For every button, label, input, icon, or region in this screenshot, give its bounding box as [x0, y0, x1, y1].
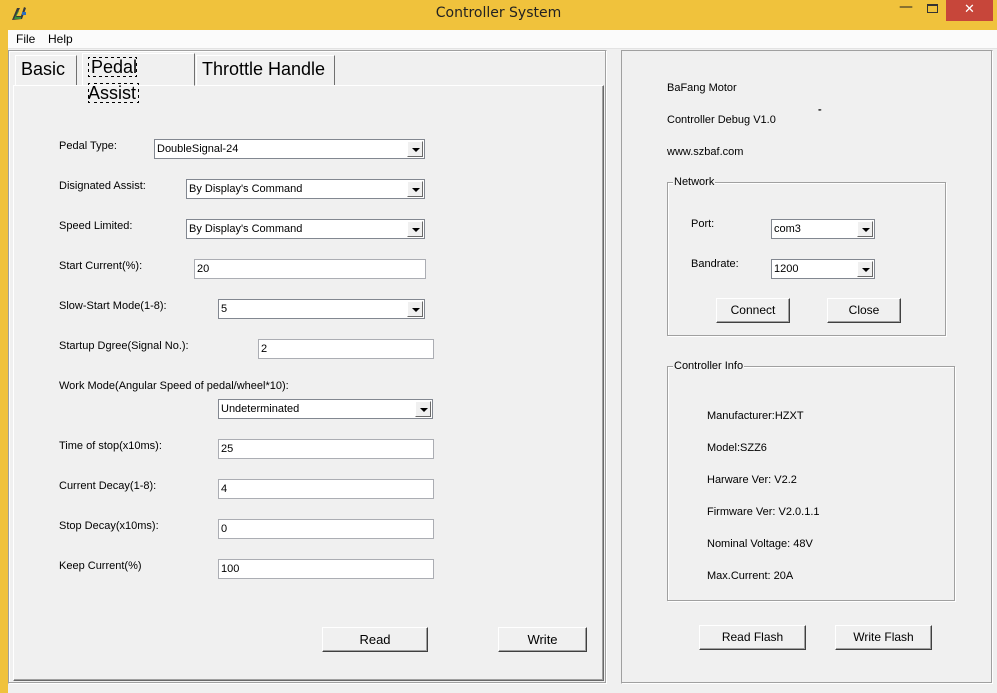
- tab-throttle-handle-label: Throttle Handle: [202, 59, 326, 79]
- controller-info-title: Controller Info: [673, 360, 745, 372]
- maximize-icon: [927, 4, 938, 13]
- chevron-down-icon[interactable]: [407, 221, 423, 237]
- minimize-icon: —: [899, 0, 913, 15]
- chevron-down-icon[interactable]: [857, 261, 873, 277]
- close-window-button[interactable]: ✕: [946, 0, 993, 21]
- speed-limited-label: Speed Limited:: [59, 220, 133, 232]
- chevron-down-icon[interactable]: [407, 141, 423, 157]
- port-value: com3: [774, 223, 801, 235]
- current-decay-input[interactable]: 4: [218, 479, 434, 499]
- read-button[interactable]: Read: [322, 627, 428, 652]
- menu-bar: File Help: [8, 30, 997, 49]
- pedal-type-label: Pedal Type:: [59, 140, 117, 152]
- network-group: Network Port: com3 Bandrate: 1200 Connec…: [667, 176, 946, 336]
- close-button[interactable]: Close: [827, 298, 901, 323]
- read-flash-button[interactable]: Read Flash: [699, 625, 806, 650]
- company-name: BaFang Motor: [667, 82, 737, 94]
- slow-start-mode-value: 5: [221, 303, 228, 315]
- baudrate-value: 1200: [774, 263, 799, 275]
- baudrate-select[interactable]: 1200: [771, 259, 875, 279]
- work-mode-select[interactable]: Undeterminated: [218, 399, 433, 419]
- connect-button[interactable]: Connect: [716, 298, 790, 323]
- write-button[interactable]: Write: [498, 627, 587, 652]
- model-info: Model:SZZ6: [707, 442, 767, 454]
- menu-help[interactable]: Help: [48, 31, 73, 47]
- stop-decay-input[interactable]: 0: [218, 519, 434, 539]
- hardware-version-info: Harware Ver: V2.2: [707, 474, 797, 486]
- tab-throttle-handle[interactable]: Throttle Handle: [196, 55, 335, 85]
- website: www.szbaf.com: [667, 146, 744, 158]
- firmware-version-info: Firmware Ver: V2.0.1.1: [707, 506, 820, 518]
- chevron-down-icon[interactable]: [407, 181, 423, 197]
- product-name: Controller Debug V1.0: [667, 114, 776, 126]
- time-of-stop-label: Time of stop(x10ms):: [59, 440, 162, 452]
- pedal-type-select[interactable]: DoubleSignal-24: [154, 139, 425, 159]
- startup-degree-label: Startup Dgree(Signal No.):: [59, 340, 189, 352]
- tab-basic[interactable]: Basic: [15, 55, 77, 85]
- slow-start-mode-label: Slow-Start Mode(1-8):: [59, 300, 167, 312]
- manufacturer-info: Manufacturer:HZXT: [707, 410, 804, 422]
- connection-panel: BaFang Motor Controller Debug V1.0 '''''…: [621, 50, 993, 684]
- designated-assist-label: Disignated Assist:: [59, 180, 146, 192]
- tab-pedal-assist[interactable]: Pedal Assist: [82, 53, 195, 103]
- max-current-info: Max.Current: 20A: [707, 570, 794, 582]
- pedal-type-value: DoubleSignal-24: [157, 143, 239, 155]
- start-current-input[interactable]: 20: [194, 259, 426, 279]
- decorative-mark: ''''': [818, 108, 822, 117]
- current-decay-label: Current Decay(1-8):: [59, 480, 157, 492]
- network-group-title: Network: [673, 176, 716, 188]
- slow-start-mode-select[interactable]: 5: [218, 299, 425, 319]
- port-label: Port:: [691, 218, 715, 230]
- work-mode-value: Undeterminated: [221, 403, 300, 415]
- minimize-button[interactable]: —: [893, 0, 919, 21]
- startup-degree-input[interactable]: 2: [258, 339, 434, 359]
- controller-info-group: Controller Info Manufacturer:HZXT Model:…: [667, 360, 955, 601]
- close-icon: ✕: [964, 2, 975, 17]
- settings-panel: Basic Pedal Assist Throttle Handle Pedal…: [8, 50, 607, 684]
- time-of-stop-input[interactable]: 25: [218, 439, 434, 459]
- window-title: Controller System: [435, 5, 562, 21]
- baudrate-label: Bandrate:: [691, 258, 739, 270]
- chevron-down-icon[interactable]: [857, 221, 873, 237]
- port-select[interactable]: com3: [771, 219, 875, 239]
- pedal-assist-page: Pedal Type: DoubleSignal-24 Disignated A…: [13, 85, 604, 681]
- chevron-down-icon[interactable]: [415, 401, 431, 417]
- work-mode-label: Work Mode(Angular Speed of pedal/wheel*1…: [59, 380, 289, 392]
- keep-current-label: Keep Current(%): [59, 560, 142, 572]
- tab-pedal-assist-label: Pedal Assist: [88, 57, 140, 103]
- tab-basic-label: Basic: [21, 59, 66, 79]
- nominal-voltage-info: Nominal Voltage: 48V: [707, 538, 813, 550]
- menu-file[interactable]: File: [16, 31, 35, 47]
- client-area: File Help Basic Pedal Assist Throttle Ha…: [8, 30, 997, 693]
- keep-current-input[interactable]: 100: [218, 559, 434, 579]
- write-flash-button[interactable]: Write Flash: [835, 625, 932, 650]
- stop-decay-label: Stop Decay(x10ms):: [59, 520, 159, 532]
- designated-assist-select[interactable]: By Display's Command: [186, 179, 425, 199]
- maximize-button[interactable]: [920, 0, 946, 21]
- title-bar: Controller System — ✕: [0, 0, 997, 30]
- designated-assist-value: By Display's Command: [189, 183, 303, 195]
- chevron-down-icon[interactable]: [407, 301, 423, 317]
- start-current-label: Start Current(%):: [59, 260, 143, 272]
- speed-limited-value: By Display's Command: [189, 223, 303, 235]
- speed-limited-select[interactable]: By Display's Command: [186, 219, 425, 239]
